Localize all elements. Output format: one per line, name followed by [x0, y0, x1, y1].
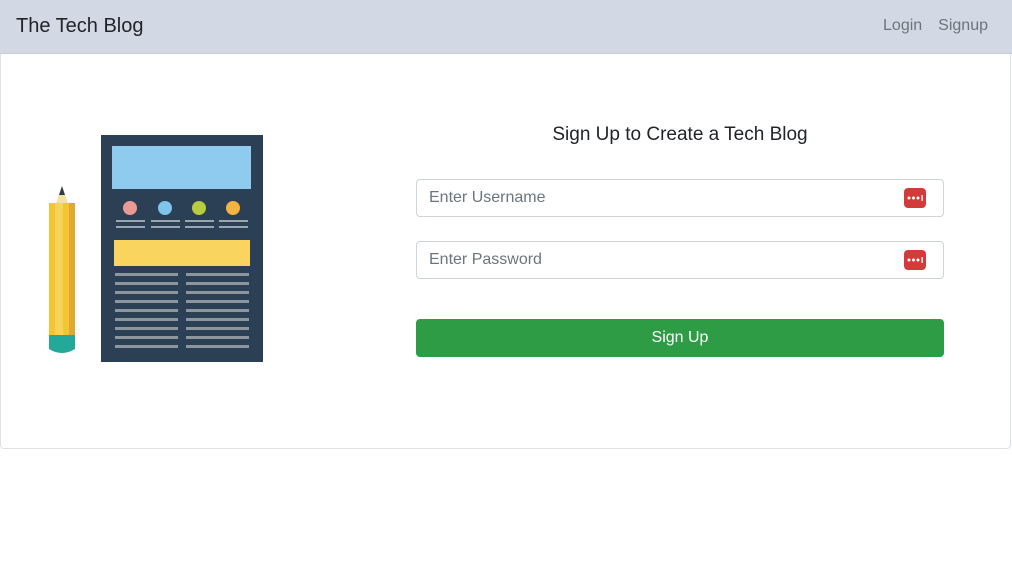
password-field-wrapper — [416, 241, 944, 279]
navbar: The Tech Blog Login Signup — [0, 0, 1012, 54]
document-icon — [101, 135, 263, 362]
sign-up-button[interactable]: Sign Up — [416, 319, 944, 357]
password-manager-icon[interactable] — [904, 188, 926, 208]
nav-links: Login Signup — [883, 16, 988, 36]
password-input[interactable] — [417, 242, 943, 278]
pencil-and-document-illustration — [49, 135, 263, 362]
brand-link[interactable]: The Tech Blog — [16, 14, 144, 38]
nav-signup-link[interactable]: Signup — [938, 16, 988, 36]
signup-card: Sign Up to Create a Tech Blog Sign Up — [0, 54, 1011, 449]
form-title: Sign Up to Create a Tech Blog — [552, 124, 808, 145]
username-field-wrapper — [416, 179, 944, 217]
pencil-icon — [49, 186, 75, 353]
username-input[interactable] — [417, 180, 943, 216]
nav-login-link[interactable]: Login — [883, 16, 922, 36]
password-manager-icon[interactable] — [904, 250, 926, 270]
